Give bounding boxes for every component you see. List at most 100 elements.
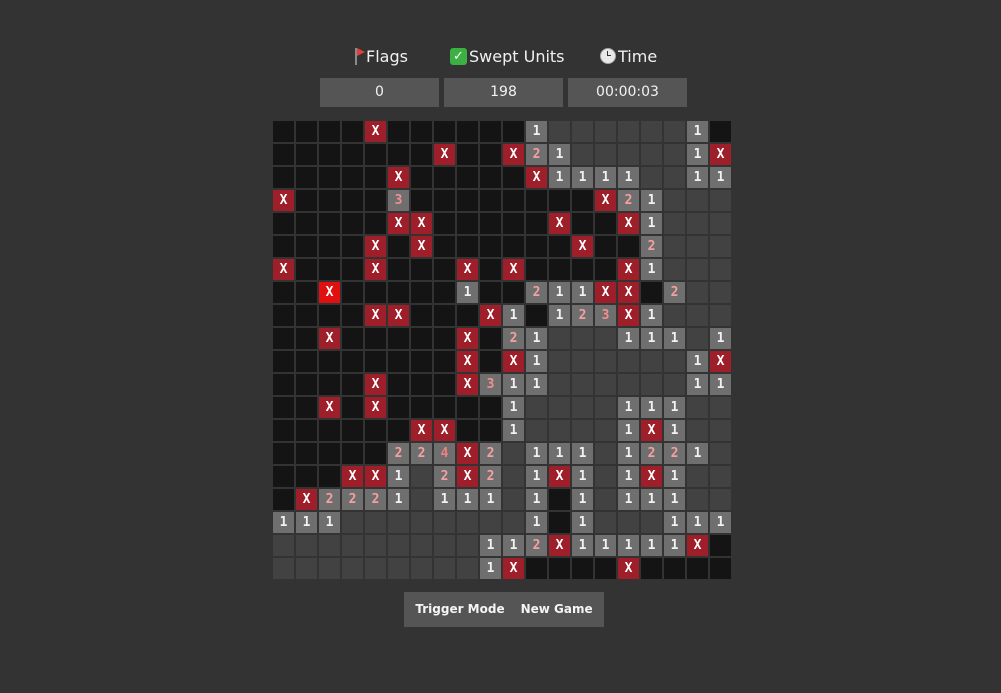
mine-cell[interactable]: X bbox=[365, 305, 386, 326]
number-cell[interactable]: 1 bbox=[664, 328, 685, 349]
hidden-cell[interactable] bbox=[480, 351, 501, 372]
hidden-cell[interactable] bbox=[388, 144, 409, 165]
empty-cell[interactable] bbox=[710, 236, 731, 257]
number-cell[interactable]: 1 bbox=[595, 535, 616, 556]
mine-cell[interactable]: X bbox=[641, 420, 662, 441]
hidden-cell[interactable] bbox=[710, 121, 731, 142]
number-cell[interactable]: 1 bbox=[526, 328, 547, 349]
number-cell[interactable]: 2 bbox=[572, 305, 593, 326]
empty-cell[interactable] bbox=[641, 121, 662, 142]
mine-cell[interactable]: X bbox=[365, 466, 386, 487]
empty-cell[interactable] bbox=[687, 236, 708, 257]
hidden-cell[interactable] bbox=[434, 397, 455, 418]
hidden-cell[interactable] bbox=[273, 213, 294, 234]
empty-cell[interactable] bbox=[365, 535, 386, 556]
empty-cell[interactable] bbox=[595, 351, 616, 372]
hidden-cell[interactable] bbox=[296, 236, 317, 257]
empty-cell[interactable] bbox=[687, 213, 708, 234]
empty-cell[interactable] bbox=[618, 351, 639, 372]
hidden-cell[interactable] bbox=[296, 328, 317, 349]
number-cell[interactable]: 1 bbox=[710, 512, 731, 533]
hidden-cell[interactable] bbox=[342, 420, 363, 441]
hidden-cell[interactable] bbox=[549, 236, 570, 257]
empty-cell[interactable] bbox=[480, 512, 501, 533]
hidden-cell[interactable] bbox=[411, 282, 432, 303]
number-cell[interactable]: 1 bbox=[710, 328, 731, 349]
empty-cell[interactable] bbox=[641, 167, 662, 188]
mine-cell[interactable]: X bbox=[549, 213, 570, 234]
hidden-cell[interactable] bbox=[480, 167, 501, 188]
number-cell[interactable]: 1 bbox=[618, 489, 639, 510]
hidden-cell[interactable] bbox=[434, 190, 455, 211]
empty-cell[interactable] bbox=[710, 213, 731, 234]
number-cell[interactable]: 1 bbox=[664, 466, 685, 487]
hidden-cell[interactable] bbox=[342, 236, 363, 257]
hidden-cell[interactable] bbox=[388, 259, 409, 280]
mine-cell[interactable]: X bbox=[365, 374, 386, 395]
mine-cell[interactable]: X bbox=[365, 236, 386, 257]
empty-cell[interactable] bbox=[687, 489, 708, 510]
hidden-cell[interactable] bbox=[480, 282, 501, 303]
hidden-cell[interactable] bbox=[365, 443, 386, 464]
hidden-cell[interactable] bbox=[457, 121, 478, 142]
number-cell[interactable]: 1 bbox=[641, 535, 662, 556]
number-cell[interactable]: 1 bbox=[572, 512, 593, 533]
hidden-cell[interactable] bbox=[342, 282, 363, 303]
number-cell[interactable]: 2 bbox=[480, 443, 501, 464]
empty-cell[interactable] bbox=[664, 121, 685, 142]
number-cell[interactable]: 1 bbox=[641, 213, 662, 234]
empty-cell[interactable] bbox=[710, 282, 731, 303]
hidden-cell[interactable] bbox=[365, 351, 386, 372]
mine-cell[interactable]: X bbox=[595, 282, 616, 303]
number-cell[interactable]: 2 bbox=[618, 190, 639, 211]
empty-cell[interactable] bbox=[618, 121, 639, 142]
empty-cell[interactable] bbox=[595, 397, 616, 418]
hidden-cell[interactable] bbox=[595, 259, 616, 280]
empty-cell[interactable] bbox=[572, 351, 593, 372]
empty-cell[interactable] bbox=[710, 397, 731, 418]
hidden-cell[interactable] bbox=[503, 236, 524, 257]
hidden-cell[interactable] bbox=[342, 305, 363, 326]
number-cell[interactable]: 1 bbox=[595, 167, 616, 188]
hidden-cell[interactable] bbox=[411, 167, 432, 188]
empty-cell[interactable] bbox=[664, 351, 685, 372]
mine-cell[interactable]: X bbox=[342, 466, 363, 487]
number-cell[interactable]: 1 bbox=[549, 305, 570, 326]
empty-cell[interactable] bbox=[664, 190, 685, 211]
number-cell[interactable]: 1 bbox=[549, 282, 570, 303]
hidden-cell[interactable] bbox=[457, 213, 478, 234]
empty-cell[interactable] bbox=[388, 558, 409, 579]
hidden-cell[interactable] bbox=[342, 443, 363, 464]
number-cell[interactable]: 1 bbox=[641, 190, 662, 211]
empty-cell[interactable] bbox=[572, 374, 593, 395]
hidden-cell[interactable] bbox=[365, 282, 386, 303]
hidden-cell[interactable] bbox=[273, 121, 294, 142]
hidden-cell[interactable] bbox=[342, 144, 363, 165]
mine-cell[interactable]: X bbox=[319, 328, 340, 349]
empty-cell[interactable] bbox=[595, 443, 616, 464]
empty-cell[interactable] bbox=[273, 535, 294, 556]
empty-cell[interactable] bbox=[687, 466, 708, 487]
hidden-cell[interactable] bbox=[710, 535, 731, 556]
mine-cell[interactable]: X bbox=[457, 466, 478, 487]
mine-cell[interactable]: X bbox=[503, 144, 524, 165]
hidden-cell[interactable] bbox=[411, 374, 432, 395]
mine-cell[interactable]: X bbox=[388, 167, 409, 188]
empty-cell[interactable] bbox=[572, 121, 593, 142]
hidden-cell[interactable] bbox=[526, 305, 547, 326]
hidden-cell[interactable] bbox=[572, 190, 593, 211]
empty-cell[interactable] bbox=[411, 512, 432, 533]
empty-cell[interactable] bbox=[664, 374, 685, 395]
number-cell[interactable]: 1 bbox=[480, 558, 501, 579]
hidden-cell[interactable] bbox=[296, 282, 317, 303]
hidden-cell[interactable] bbox=[273, 167, 294, 188]
empty-cell[interactable] bbox=[549, 328, 570, 349]
hidden-cell[interactable] bbox=[549, 259, 570, 280]
empty-cell[interactable] bbox=[526, 420, 547, 441]
empty-cell[interactable] bbox=[342, 558, 363, 579]
number-cell[interactable]: 1 bbox=[526, 466, 547, 487]
empty-cell[interactable] bbox=[457, 535, 478, 556]
number-cell[interactable]: 1 bbox=[480, 489, 501, 510]
number-cell[interactable]: 1 bbox=[526, 374, 547, 395]
hidden-cell[interactable] bbox=[549, 190, 570, 211]
